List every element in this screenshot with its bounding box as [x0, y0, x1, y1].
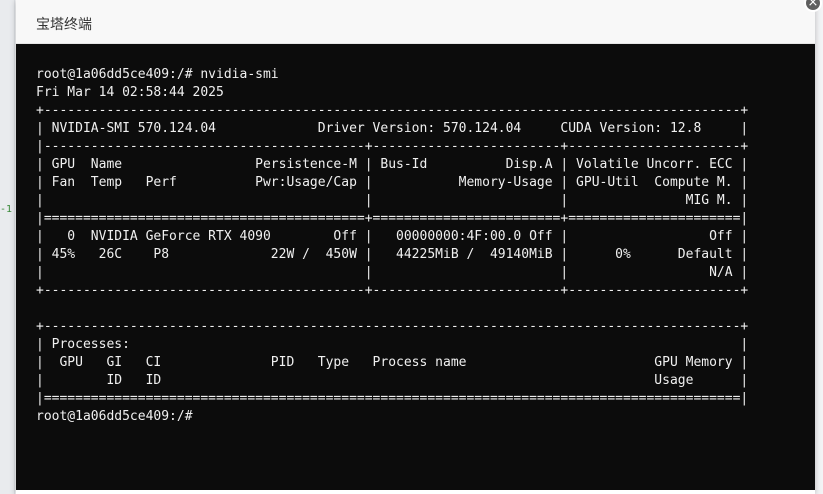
terminal-line: +---------------------------------------…	[36, 283, 749, 298]
terminal-line: | | | N/A |	[36, 265, 749, 280]
terminal-line: root@1a06dd5ce409:/# nvidia-smi	[36, 67, 279, 82]
terminal-line: |---------------------------------------…	[36, 139, 749, 154]
terminal-window: 宝塔终端 root@1a06dd5ce409:/# nvidia-smi Fri …	[16, 0, 815, 494]
terminal-line: | 45% 26C P8 22W / 450W | 44225MiB / 491…	[36, 247, 749, 262]
terminal-line: | Fan Temp Perf Pwr:Usage/Cap | Memory-U…	[36, 175, 749, 190]
terminal-line: | ID ID Usage |	[36, 373, 749, 388]
terminal-line: Fri Mar 14 02:58:44 2025	[36, 85, 224, 100]
terminal-line: | | | MIG M. |	[36, 193, 749, 208]
terminal-line: +---------------------------------------…	[36, 319, 749, 334]
background-side-marker: -1	[0, 204, 13, 215]
window-titlebar: 宝塔终端	[16, 0, 815, 44]
window-title: 宝塔终端	[36, 17, 92, 33]
terminal-screen[interactable]: root@1a06dd5ce409:/# nvidia-smi Fri Mar 1…	[16, 44, 815, 490]
terminal-line: | NVIDIA-SMI 570.124.04 Driver Version: …	[36, 121, 749, 136]
terminal-prompt-line: root@1a06dd5ce409:/#	[36, 409, 193, 424]
terminal-line: | GPU Name Persistence-M | Bus-Id Disp.A…	[36, 157, 749, 172]
terminal-output: root@1a06dd5ce409:/# nvidia-smi Fri Mar 1…	[36, 66, 748, 426]
terminal-line: |=======================================…	[36, 211, 749, 226]
terminal-line: |=======================================…	[36, 391, 749, 406]
terminal-line: | GPU GI CI PID Type Process name GPU Me…	[36, 355, 749, 370]
terminal-line: +---------------------------------------…	[36, 103, 749, 118]
terminal-line: | 0 NVIDIA GeForce RTX 4090 Off | 000000…	[36, 229, 749, 244]
background-sidebar	[0, 0, 15, 494]
terminal-line: | Processes: |	[36, 337, 749, 352]
